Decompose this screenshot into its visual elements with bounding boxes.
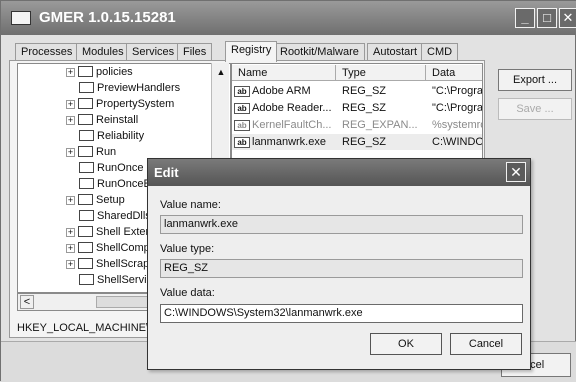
column-header-data[interactable]: Data [426, 65, 482, 81]
tree-item[interactable]: + Reinstall [66, 113, 138, 128]
save-button[interactable]: Save ... [498, 98, 572, 120]
main-window: GMER 1.0.15.15281 _ □ ✕ Processes Module… [0, 0, 576, 382]
tab-cmd[interactable]: CMD [421, 43, 459, 61]
tree-item-label: Reliability [97, 130, 145, 142]
folder-icon [79, 273, 94, 285]
maximize-button[interactable]: □ [537, 8, 557, 28]
expand-icon[interactable]: + [66, 259, 75, 269]
expand-icon[interactable]: + [66, 243, 75, 253]
string-value-icon: ab [234, 136, 250, 148]
tab-services[interactable]: Services [126, 43, 181, 61]
value-name: Adobe ARM [252, 85, 311, 97]
value-name: Adobe Reader... [252, 102, 332, 114]
folder-icon [79, 129, 94, 141]
folder-icon [78, 225, 93, 237]
tab-registry[interactable]: Registry [225, 41, 278, 62]
tab-autostart[interactable]: Autostart [367, 43, 424, 61]
tree-item-label: Run [96, 146, 117, 158]
title-bar[interactable]: GMER 1.0.15.15281 _ □ ✕ [1, 1, 576, 35]
tab-strip: Processes Modules Services Files Registr… [15, 41, 485, 62]
registry-path: HKEY_LOCAL_MACHINE\ [17, 322, 150, 334]
cancel-button[interactable]: Cancel [450, 333, 522, 355]
value-name-cell[interactable]: ab Adobe ARM [234, 84, 336, 99]
value-name-label: Value name: [160, 199, 221, 211]
value-type-label: Value type: [160, 243, 215, 255]
value-type-field: REG_SZ [160, 259, 523, 278]
window-title: GMER 1.0.15.15281 [39, 9, 176, 26]
minimize-button[interactable]: _ [515, 8, 535, 28]
tab-rootkit-malware[interactable]: Rootkit/Malware [274, 43, 365, 61]
folder-icon [78, 97, 93, 109]
folder-icon [79, 177, 94, 189]
tree-item[interactable]: + PropertySystem [66, 97, 174, 112]
expand-icon[interactable]: + [66, 99, 75, 109]
value-name-cell[interactable]: ab KernelFaultCh... [234, 118, 336, 133]
folder-icon [78, 65, 93, 77]
close-button[interactable]: ✕ [559, 8, 576, 28]
value-data-cell: %systemroo [432, 119, 482, 131]
expand-icon[interactable]: + [66, 67, 75, 77]
tree-item[interactable]: + Run [66, 145, 116, 160]
value-type-cell: REG_EXPAN... [342, 119, 418, 131]
tab-processes[interactable]: Processes [15, 43, 79, 61]
tree-item[interactable]: RunOnce [79, 161, 143, 176]
tree-item[interactable]: RunOnceEx [79, 177, 156, 192]
tree-item-label: PropertySystem [96, 98, 175, 110]
tree-item-label: RunOnce [97, 162, 144, 174]
column-header-name[interactable]: Name [232, 65, 336, 81]
string-value-icon: ab [234, 85, 250, 97]
folder-icon [78, 145, 93, 157]
column-header-type[interactable]: Type [336, 65, 426, 81]
tree-item[interactable]: + Setup [66, 193, 125, 208]
tree-item-label: SharedDlls [97, 210, 151, 222]
value-name-cell[interactable]: ab lanmanwrk.exe [234, 135, 336, 150]
tree-item[interactable]: Reliability [79, 129, 144, 144]
tree-item-label: PreviewHandlers [97, 82, 181, 94]
expand-icon[interactable]: + [66, 147, 75, 157]
value-name: lanmanwrk.exe [252, 136, 326, 148]
value-type-cell: REG_SZ [342, 136, 387, 148]
value-data-cell: C:\WINDO [432, 136, 482, 148]
value-data-label: Value data: [160, 287, 215, 299]
expand-icon[interactable]: + [66, 227, 75, 237]
dialog-close-icon[interactable]: ✕ [506, 162, 526, 182]
tree-item[interactable]: + ShellScrap [66, 257, 149, 272]
dialog-title[interactable]: Edit [148, 159, 530, 186]
expand-icon[interactable]: + [66, 115, 75, 125]
value-name-cell[interactable]: ab Adobe Reader... [234, 101, 336, 116]
tree-item-label: ShellScrap [96, 258, 150, 270]
tree-item[interactable]: SharedDlls [79, 209, 151, 224]
folder-icon [78, 241, 93, 253]
scroll-left-icon[interactable]: < [20, 295, 34, 309]
value-data-cell: "C:\Progra [432, 85, 482, 97]
string-value-icon: ab [234, 102, 250, 114]
folder-icon [78, 193, 93, 205]
folder-icon [78, 113, 93, 125]
string-value-icon: ab [234, 119, 250, 131]
value-type-cell: REG_SZ [342, 85, 387, 97]
expand-icon[interactable]: + [66, 195, 75, 205]
folder-icon [79, 161, 94, 173]
tab-files[interactable]: Files [177, 43, 213, 61]
values-list[interactable]: Name Type Data ab Adobe ARM REG_SZ "C:\Pr… [231, 63, 483, 159]
value-data-cell: "C:\Progra [432, 102, 482, 114]
folder-icon [79, 209, 94, 221]
export-button[interactable]: Export ... [498, 69, 572, 91]
folder-icon [79, 81, 94, 93]
ok-button[interactable]: OK [370, 333, 442, 355]
edit-dialog: Edit ✕ Value name: lanmanwrk.exe Value t… [147, 158, 531, 370]
scroll-up-icon[interactable]: ▲ [213, 64, 229, 80]
tree-item[interactable]: + policies [66, 65, 133, 80]
tree-item-label: Reinstall [96, 114, 139, 126]
folder-icon [78, 257, 93, 269]
value-name: KernelFaultCh... [252, 119, 332, 131]
value-name-field: lanmanwrk.exe [160, 215, 523, 234]
value-type-cell: REG_SZ [342, 102, 387, 114]
tree-item-label: Setup [96, 194, 125, 206]
tree-item-label: policies [96, 66, 133, 78]
tab-modules[interactable]: Modules [76, 43, 130, 61]
tree-item[interactable]: PreviewHandlers [79, 81, 180, 96]
value-data-input[interactable]: C:\WINDOWS\System32\lanmanwrk.exe [160, 304, 523, 323]
app-icon [11, 11, 31, 25]
